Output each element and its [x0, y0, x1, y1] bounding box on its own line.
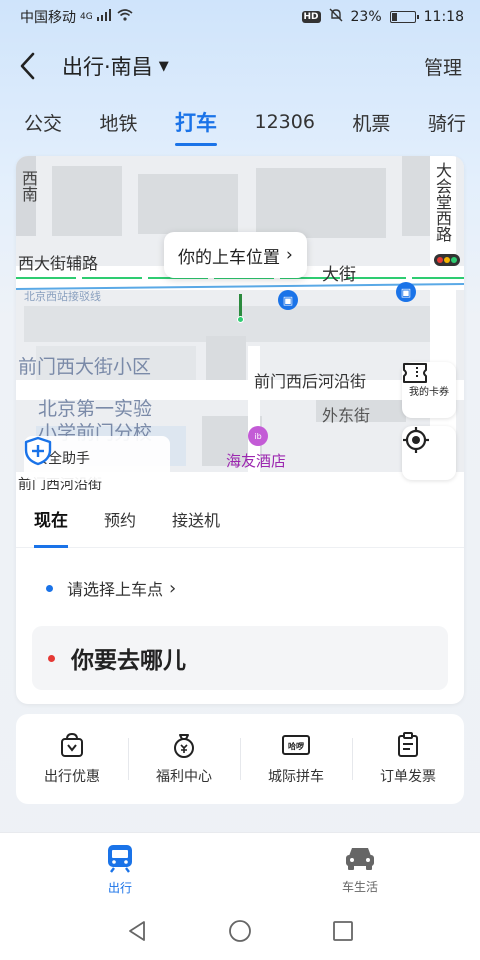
destination-placeholder: 你要去哪儿 — [71, 648, 186, 674]
nav-travel-label: 出行 — [107, 881, 132, 895]
hd-badge: HD — [301, 11, 321, 23]
service-welfare-center[interactable]: 福利中心 — [128, 724, 240, 794]
chevron-left-icon — [20, 52, 35, 80]
transport-tabs: 公交 地铁 打车 12306 机票 骑行 — [0, 98, 480, 146]
map-label-road3: 外东街 — [322, 406, 371, 425]
coupon-button-label: 我的卡券 — [409, 386, 449, 398]
tab-subway[interactable]: 地铁 — [100, 102, 138, 142]
page-title: 出行·南昌 — [62, 55, 153, 79]
pickup-bubble[interactable]: 你的上车位置 › — [164, 232, 307, 278]
tab-12306[interactable]: 12306 — [254, 102, 314, 142]
chevron-right-icon: › — [286, 245, 293, 265]
bus-stop-icon[interactable]: ▣ — [278, 290, 298, 310]
locate-icon — [403, 427, 429, 453]
services-bar: 出行优惠 福利中心 哈啰 城际拼车 订单发票 — [16, 714, 464, 804]
chevron-right-icon: › — [169, 577, 177, 599]
pickup-text: 请选择上车点 — [67, 580, 164, 599]
locate-button[interactable] — [402, 426, 456, 480]
map-label-school1: 北京第一实验 — [38, 398, 153, 420]
home-circle-icon[interactable] — [228, 919, 252, 947]
gift-bag-icon — [61, 732, 83, 757]
tab-now[interactable]: 现在 — [34, 490, 68, 548]
carrier-text: 中国移动 — [20, 10, 76, 26]
back-button[interactable] — [18, 46, 48, 86]
map-label-road-vertical: 大会堂西路 — [433, 162, 452, 242]
map-label-community: 前门西大街小区 — [18, 356, 152, 378]
pickup-dot — [46, 584, 53, 592]
pickup-selector[interactable]: 请选择上车点 › — [46, 576, 176, 600]
battery-icon — [389, 11, 419, 23]
service-intercity-carpool[interactable]: 哈啰 城际拼车 — [240, 724, 352, 794]
map-label-road2: 前门西后河沿街 — [254, 372, 367, 391]
car-icon — [346, 848, 374, 870]
status-bar: 中国移动 4G HD 23% 11:18 — [0, 0, 480, 34]
destination-input[interactable]: 你要去哪儿 — [32, 626, 448, 690]
map-label-hotel: 海友酒店 — [226, 452, 287, 470]
battery-percent: 23% — [350, 9, 382, 25]
map-label-road1b: 大街 — [322, 265, 356, 285]
pickup-pin-dot — [237, 316, 244, 323]
money-bag-icon — [174, 734, 194, 758]
map-label-line: 北京西站接驳线 — [24, 290, 101, 303]
svg-text:哈啰: 哈啰 — [288, 741, 304, 751]
recents-square-icon[interactable] — [332, 920, 354, 946]
network-type: 4G — [80, 12, 93, 22]
service-order-invoice[interactable]: 订单发票 — [352, 724, 464, 794]
back-triangle-icon[interactable] — [126, 920, 148, 946]
hotel-marker-icon: ib — [248, 426, 268, 446]
shield-icon — [24, 436, 52, 466]
city-selector[interactable]: 出行·南昌 ▼ — [62, 51, 169, 81]
taxi-card: 大会堂西路 西南 西大街辅路 大街 北京西站接驳线 前门西大街小区 北京第一实验… — [16, 156, 464, 704]
map-label-road1: 西大街辅路 — [18, 254, 99, 273]
service-label: 城际拼车 — [268, 769, 324, 785]
nav-travel[interactable]: 出行 — [0, 833, 240, 906]
mute-icon — [329, 8, 343, 26]
pickup-bubble-text: 你的上车位置 — [178, 247, 280, 268]
bottom-nav: 出行 车生活 — [0, 832, 480, 906]
coupon-button[interactable]: 我的卡券 — [402, 362, 456, 418]
nav-car-life-label: 车生活 — [341, 880, 378, 894]
header: 出行·南昌 ▼ 管理 — [0, 40, 480, 92]
clock: 11:18 — [423, 9, 464, 25]
service-label: 订单发票 — [380, 769, 436, 785]
ride-mode-tabs: 现在 预约 接送机 — [16, 490, 464, 548]
caret-down-icon: ▼ — [158, 58, 169, 74]
bus-stop-icon[interactable]: ▣ — [396, 282, 416, 302]
nav-car-life[interactable]: 车生活 — [240, 833, 480, 906]
manage-button[interactable]: 管理 — [424, 53, 462, 80]
status-left: 中国移动 4G — [20, 7, 133, 27]
safety-assistant-button[interactable]: 安全助手 — [24, 436, 170, 480]
tab-airport[interactable]: 接送机 — [172, 490, 220, 548]
map-label-left-vertical: 西南 — [19, 170, 38, 202]
status-right: HD 23% 11:18 — [301, 8, 464, 26]
coupon-icon — [403, 363, 427, 383]
carpool-ticket-icon: 哈啰 — [282, 735, 310, 755]
service-travel-discount[interactable]: 出行优惠 — [16, 724, 128, 794]
map-view[interactable]: 大会堂西路 西南 西大街辅路 大街 北京西站接驳线 前门西大街小区 北京第一实验… — [16, 156, 464, 490]
tab-bus[interactable]: 公交 — [24, 102, 62, 142]
clipboard-icon — [398, 732, 418, 757]
tab-taxi[interactable]: 打车 — [175, 102, 217, 146]
train-icon — [108, 845, 132, 873]
tab-reserve[interactable]: 预约 — [104, 490, 136, 548]
signal-icon — [96, 9, 113, 25]
destination-dot — [48, 654, 55, 662]
wifi-icon — [117, 9, 133, 25]
service-label: 福利中心 — [156, 769, 212, 785]
system-nav-bar — [0, 906, 480, 960]
service-label: 出行优惠 — [44, 769, 100, 785]
tab-bike[interactable]: 骑行 — [428, 102, 466, 142]
tab-flight[interactable]: 机票 — [352, 102, 390, 142]
